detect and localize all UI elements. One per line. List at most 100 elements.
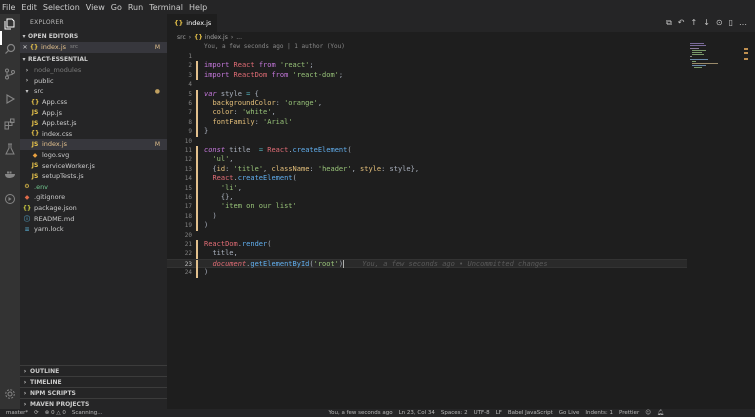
tree-item[interactable]: JS App.test.js [20, 118, 167, 129]
tree-item-label: setupTests.js [42, 172, 84, 181]
toggle-blame-icon[interactable]: ⊙ [716, 18, 723, 28]
markdown-file-icon: ⓘ [23, 216, 30, 224]
code-line: 11 const title = React.createElement( [184, 146, 352, 156]
tree-item[interactable]: ▾ src ● [20, 86, 167, 97]
code-line: 13 {id: 'title', className: 'header', st… [184, 164, 420, 175]
next-change-icon[interactable]: ↓ [703, 18, 710, 28]
breadcrumb: src › {} index.js › ... [167, 32, 755, 42]
live-share-icon[interactable] [3, 192, 17, 206]
editor-scrollbar[interactable] [744, 42, 754, 409]
code-line: 12 'ul', [184, 155, 234, 165]
more-actions-icon[interactable]: … [739, 18, 747, 28]
chevron-right-icon: › [23, 378, 27, 386]
tree-item[interactable]: ⓘ README.md [20, 213, 167, 224]
chevron-right-icon: › [23, 367, 27, 375]
breadcrumb-more[interactable]: ... [236, 34, 242, 41]
docker-icon[interactable] [3, 167, 17, 181]
open-editors-header[interactable]: ▾ OPEN EDITORS [20, 31, 167, 42]
json-file-icon: {} [22, 204, 32, 212]
extensions-icon[interactable] [3, 117, 17, 131]
tree-item[interactable]: › public [20, 76, 167, 87]
test-file-icon: JS [31, 119, 39, 127]
active-indicator [0, 31, 2, 45]
branch-indicator[interactable]: master* [6, 410, 28, 416]
tree-item[interactable]: JS serviceWorker.js [20, 160, 167, 171]
tab-label: index.js [186, 19, 212, 27]
tree-item[interactable]: {} App.css [20, 97, 167, 108]
sync-icon[interactable]: ⟳ [34, 410, 39, 416]
open-editor-item[interactable]: ✕ {} index.js src M [20, 42, 167, 53]
code-line: 4 [188, 81, 192, 89]
tree-item[interactable]: JS setupTests.js [20, 171, 167, 182]
menu-run[interactable]: Run [128, 3, 147, 12]
indents-status[interactable]: Indents: 1 [585, 410, 613, 416]
menu-help[interactable]: Help [189, 3, 211, 12]
test-icon[interactable] [3, 142, 17, 156]
menu-file[interactable]: File [2, 3, 19, 12]
section-npm-label: NPM SCRIPTS [30, 389, 76, 397]
tree-item[interactable]: {} index.css [20, 129, 167, 140]
git-blame-status[interactable]: You, a few seconds ago [328, 410, 392, 416]
tree-item[interactable]: JS App.js [20, 107, 167, 118]
tree-item[interactable]: {} package.json [20, 203, 167, 214]
tree-item[interactable]: ⚙ .env [20, 182, 167, 193]
tree-item[interactable]: ◆ logo.svg [20, 150, 167, 161]
minimap[interactable] [690, 42, 730, 72]
project-header[interactable]: ▾ REACT-ESSENTIAL [20, 54, 167, 65]
tree-item[interactable]: ≡ yarn.lock [20, 224, 167, 235]
env-file-icon: ⚙ [24, 183, 30, 191]
open-editors-label: OPEN EDITORS [28, 32, 79, 40]
section-maven-projects[interactable]: › MAVEN PROJECTS [20, 398, 167, 409]
close-icon[interactable]: ✕ [20, 44, 30, 51]
previous-change-icon[interactable]: ↑ [690, 18, 697, 28]
code-editor[interactable]: You, a few seconds ago | 1 author (You) … [167, 42, 687, 409]
notifications-icon[interactable]: 🔔︎ [657, 410, 664, 416]
go-back-icon[interactable]: ↶ [678, 18, 685, 28]
code-line: 6 backgroundColor: 'orange', [188, 99, 323, 109]
tab-index-js[interactable]: {} index.js [167, 14, 217, 32]
css-file-icon: {} [30, 130, 40, 138]
problems-indicator[interactable]: ⊗ 0 △ 0 [45, 410, 66, 416]
menu-terminal[interactable]: Terminal [149, 3, 187, 12]
language-mode[interactable]: Babel JavaScript [508, 410, 553, 416]
go-live-button[interactable]: Go Live [559, 410, 580, 416]
section-timeline-label: TIMELINE [30, 378, 62, 386]
section-npm-scripts[interactable]: › NPM SCRIPTS [20, 387, 167, 398]
tree-item[interactable]: › node_modules [20, 65, 167, 76]
codelens-blame[interactable]: You, a few seconds ago | 1 author (You) [204, 43, 345, 50]
feedback-icon[interactable]: ☺ [645, 410, 651, 416]
scroll-change-marker [744, 48, 748, 50]
section-timeline[interactable]: › TIMELINE [20, 376, 167, 387]
breadcrumb-file[interactable]: index.js [205, 34, 228, 41]
code-line: 3 import ReactDom from 'react-dom'; [188, 70, 344, 81]
menu-edit[interactable]: Edit [21, 3, 41, 12]
section-outline[interactable]: › OUTLINE [20, 365, 167, 376]
prettier-status[interactable]: Prettier [619, 410, 639, 416]
code-line: 17 'item on our list' [184, 202, 297, 212]
breadcrumb-folder[interactable]: src [177, 34, 186, 41]
open-changes-icon[interactable]: ⧉ [666, 18, 672, 28]
cursor-position[interactable]: Ln 23, Col 34 [399, 410, 435, 416]
menu-view[interactable]: View [86, 3, 109, 12]
tree-item-label: .env [34, 182, 49, 191]
split-editor-icon[interactable]: ▯ [729, 18, 733, 28]
svg-file-icon: ◆ [32, 151, 38, 159]
menu-go[interactable]: Go [111, 3, 126, 12]
tree-item[interactable]: ◆ .gitignore [20, 192, 167, 203]
tree-item-label: App.css [42, 98, 68, 107]
encoding-status[interactable]: UTF-8 [474, 410, 490, 416]
js-file-icon: {} [194, 33, 203, 41]
indentation-status[interactable]: Spaces: 2 [441, 410, 468, 416]
run-debug-icon[interactable] [3, 92, 17, 106]
eol-status[interactable]: LF [496, 410, 502, 416]
tree-item-label: serviceWorker.js [42, 161, 95, 170]
settings-gear-icon[interactable] [3, 387, 17, 401]
code-line: 18 ) [184, 211, 217, 222]
tree-item-label: App.js [42, 108, 62, 117]
tree-item[interactable]: JS index.js M [20, 139, 167, 150]
tree-item-label: package.json [34, 204, 77, 213]
search-icon[interactable] [3, 42, 17, 56]
menu-selection[interactable]: Selection [43, 3, 84, 12]
files-icon[interactable] [3, 17, 17, 31]
source-control-icon[interactable] [3, 67, 17, 81]
